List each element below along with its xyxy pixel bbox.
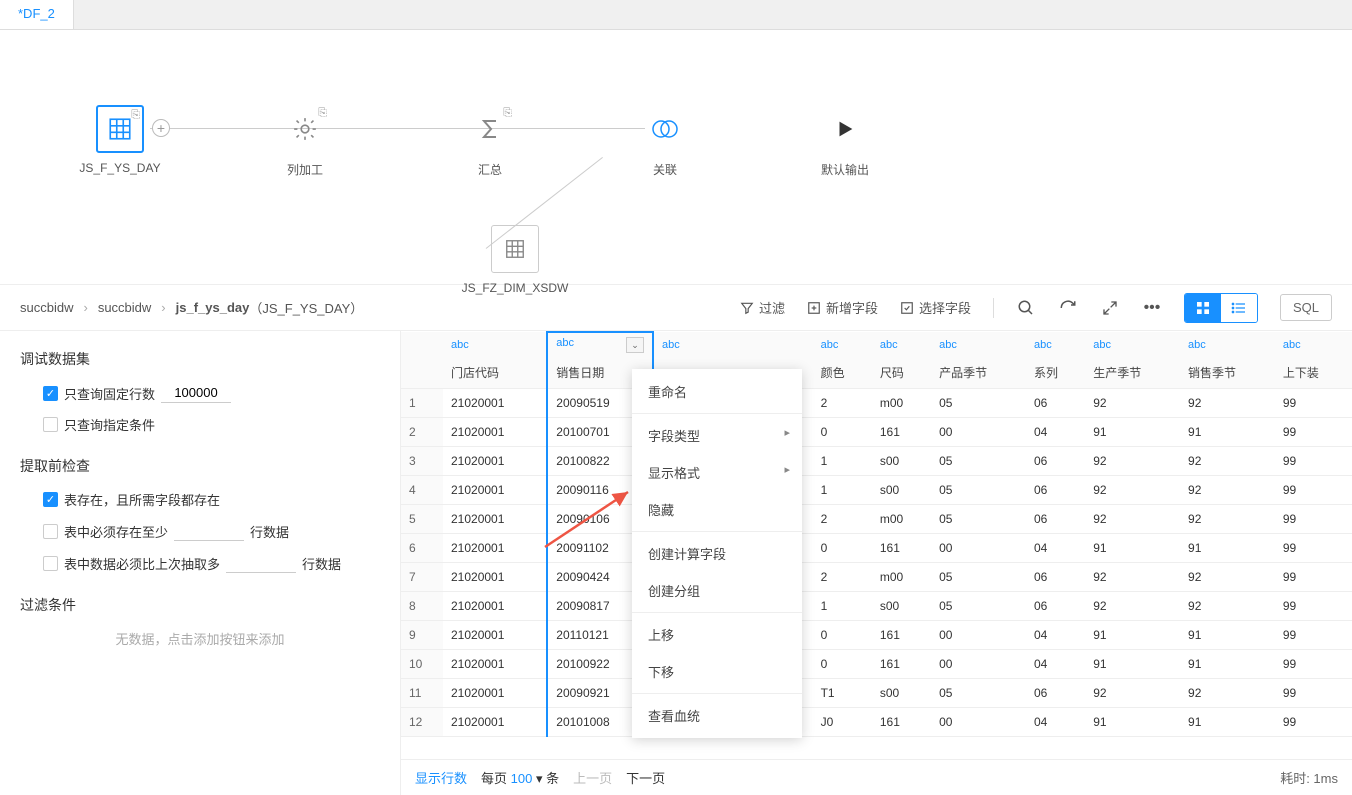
add-node-button[interactable]: + [152, 119, 170, 137]
prev-page[interactable]: 上一页 [573, 768, 612, 787]
ctx-calcfield[interactable]: 创建计算字段 [632, 535, 802, 572]
checkbox-fixedrows[interactable]: ✓ [43, 386, 58, 401]
checkbox-exists[interactable]: ✓ [43, 492, 58, 507]
ctx-format[interactable]: 显示格式 [632, 454, 802, 491]
data-table: abcabc⌄abcabcabcabcabcabcabcabc 门店代码销售日期… [401, 331, 1352, 737]
table-row[interactable]: 9210200012011012101610004919199 [401, 621, 1352, 650]
filtercond-title: 过滤条件 [20, 595, 380, 615]
next-page[interactable]: 下一页 [626, 768, 665, 787]
column-header[interactable]: 系列 [1026, 357, 1085, 389]
ctx-group[interactable]: 创建分组 [632, 572, 802, 609]
column-header[interactable]: 生产季节 [1085, 357, 1180, 389]
precheck-title: 提取前检查 [20, 456, 380, 476]
tab-df2[interactable]: *DF_2 [0, 0, 74, 29]
column-dropdown[interactable]: ⌄ [626, 337, 644, 353]
checkbox-cond[interactable] [43, 417, 58, 432]
grid-view-button[interactable] [1185, 294, 1221, 322]
table-row[interactable]: 112102000120090921MDS9298-92001T1s000506… [401, 679, 1352, 708]
showrows-link[interactable]: 显示行数 [415, 768, 467, 787]
ctx-hide[interactable]: 隐藏 [632, 491, 802, 528]
flow-node-output[interactable]: 默认输出 [800, 105, 890, 178]
breadcrumb-3[interactable]: js_f_ys_day [176, 300, 250, 315]
column-header[interactable]: 上下装 [1275, 357, 1352, 389]
flow-node-aggregate[interactable]: ⎘ 汇总 [445, 105, 535, 178]
table-row[interactable]: 521020001200901062m000506929299 [401, 505, 1352, 534]
column-header[interactable]: 产品季节 [931, 357, 1026, 389]
table-row[interactable]: 421020001200901161s000506929299 [401, 476, 1352, 505]
ctx-moveup[interactable]: 上移 [632, 616, 802, 653]
breadcrumb-1[interactable]: succbidw [20, 300, 73, 315]
breadcrumb-suffix: （JS_F_YS_DAY） [249, 298, 363, 317]
flow-node-column[interactable]: ⎘ 列加工 [260, 105, 350, 178]
filter-button[interactable]: 过滤 [740, 298, 785, 317]
ctx-fieldtype[interactable]: 字段类型 [632, 417, 802, 454]
table-row[interactable]: 321020001201008221s000506929299 [401, 447, 1352, 476]
export-icon: ⎘ [131, 109, 140, 122]
ctx-lineage[interactable]: 查看血统 [632, 697, 802, 734]
debug-title: 调试数据集 [20, 349, 380, 369]
table-row[interactable]: 121020001200905192m000506929299 [401, 389, 1352, 418]
table-row[interactable]: 6210200012009110201610004919199 [401, 534, 1352, 563]
perpage-select[interactable]: 100 [511, 771, 533, 786]
column-header[interactable]: 销售季节 [1180, 357, 1275, 389]
atleast-input[interactable] [174, 521, 244, 541]
table-row[interactable]: 122102000120101008MSL9059-91F11J01610004… [401, 708, 1352, 737]
flow-canvas[interactable]: ⎘ JS_F_YS_DAY + ⎘ 列加工 ⎘ 汇总 关联 默认输出 JS_FZ… [0, 30, 1352, 285]
ctx-movedown[interactable]: 下移 [632, 653, 802, 690]
add-field-button[interactable]: 新增字段 [807, 298, 878, 317]
breadcrumb-2[interactable]: succbidw [98, 300, 151, 315]
export-icon: ⎘ [503, 107, 512, 120]
flow-node-join[interactable]: 关联 [620, 105, 710, 178]
table-row[interactable]: 2210200012010070101610004919199 [401, 418, 1352, 447]
column-header[interactable]: 尺码 [872, 357, 931, 389]
table-row[interactable]: 721020001200904242m000506929299 [401, 563, 1352, 592]
sql-button[interactable]: SQL [1280, 294, 1332, 321]
elapsed-time: 耗时: 1ms [1280, 768, 1338, 787]
more-icon[interactable]: ••• [1142, 298, 1162, 318]
context-menu: 重命名 字段类型 显示格式 隐藏 创建计算字段 创建分组 上移 下移 查看血统 [632, 369, 802, 738]
select-field-button[interactable]: 选择字段 [900, 298, 971, 317]
export-icon: ⎘ [318, 107, 327, 120]
search-icon[interactable] [1016, 298, 1036, 318]
refresh-icon[interactable] [1058, 298, 1078, 318]
list-view-button[interactable] [1221, 294, 1257, 322]
expand-icon[interactable] [1100, 298, 1120, 318]
flow-node-dim[interactable]: JS_FZ_DIM_XSDW [445, 225, 585, 295]
checkbox-more[interactable] [43, 556, 58, 571]
column-header[interactable]: 门店代码 [443, 357, 547, 389]
ctx-rename[interactable]: 重命名 [632, 373, 802, 410]
fixedrows-input[interactable] [161, 383, 231, 403]
flow-node-source[interactable]: ⎘ JS_F_YS_DAY [75, 105, 165, 175]
table-row[interactable]: 10210200012010092201610004919199 [401, 650, 1352, 679]
nodata-text: 无数据，点击添加按钮来添加 [20, 629, 380, 648]
table-row[interactable]: 821020001200908171s000506929299 [401, 592, 1352, 621]
column-header[interactable]: 颜色 [813, 357, 872, 389]
checkbox-atleast[interactable] [43, 524, 58, 539]
more-input[interactable] [226, 553, 296, 573]
